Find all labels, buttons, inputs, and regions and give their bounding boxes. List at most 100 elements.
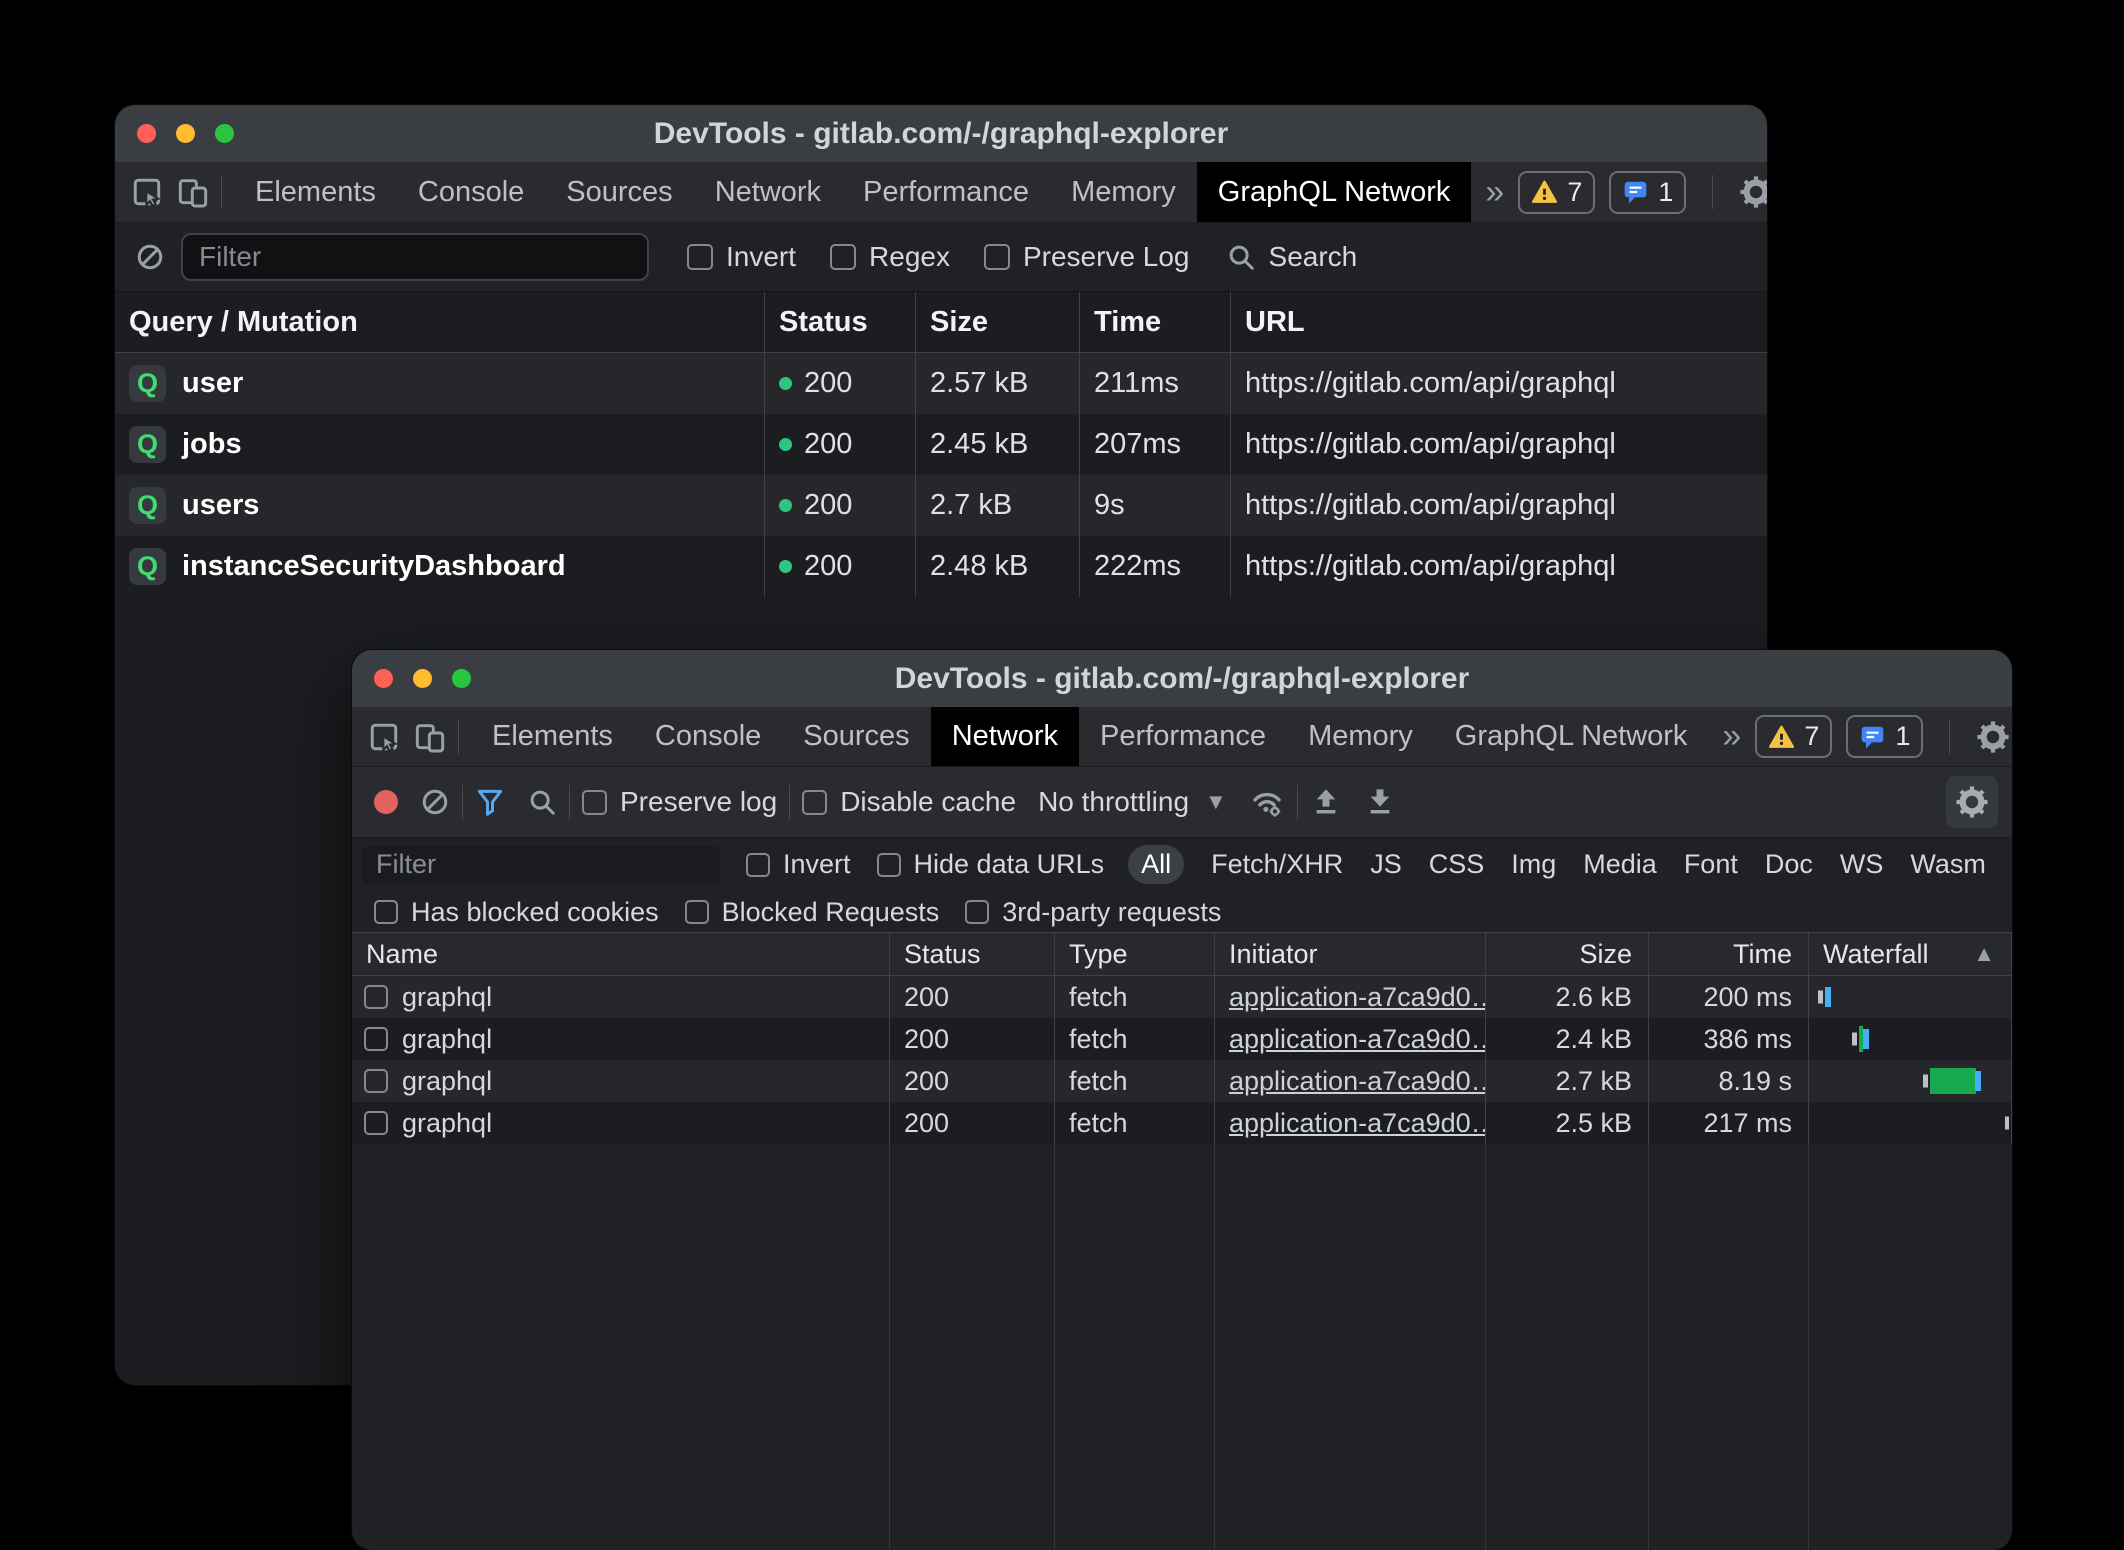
regex-checkbox-group[interactable]: Regex [830,241,950,273]
tab-memory[interactable]: Memory [1287,707,1434,766]
issues-badge[interactable]: 1 [1609,171,1686,214]
regex-checkbox[interactable] [830,244,856,270]
table-row[interactable]: Qusers 200 2.7 kB 9s https://gitlab.com/… [115,475,1767,536]
tab-sources[interactable]: Sources [782,707,930,766]
tab-elements[interactable]: Elements [234,162,397,222]
settings-gear-icon[interactable] [1739,175,1767,209]
tab-sources[interactable]: Sources [545,162,693,222]
third-party-requests-checkbox[interactable] [965,900,989,924]
export-har-icon[interactable] [1364,786,1396,818]
col-type[interactable]: Type [1055,933,1215,975]
throttling-select[interactable]: No throttling ▼ [1038,786,1227,818]
chip-wasm[interactable]: Wasm [1910,849,1986,880]
tab-network[interactable]: Network [931,707,1079,766]
col-query-mutation[interactable]: Query / Mutation [115,292,765,352]
row-checkbox[interactable] [364,985,388,1009]
chip-fetch-xhr[interactable]: Fetch/XHR [1211,849,1343,880]
col-size[interactable]: Size [1486,933,1649,975]
inspect-element-icon[interactable] [131,176,163,208]
clear-icon[interactable] [420,787,450,817]
col-time[interactable]: Time [1649,933,1809,975]
chip-media[interactable]: Media [1583,849,1657,880]
table-row[interactable]: Quser 200 2.57 kB 211ms https://gitlab.c… [115,353,1767,414]
col-name[interactable]: Name [352,933,890,975]
block-icon[interactable] [135,242,165,272]
request-row[interactable]: graphql 200 fetch application-a7ca9d0… 2… [352,1060,2012,1102]
tab-network[interactable]: Network [694,162,842,222]
col-status[interactable]: Status [890,933,1055,975]
tab-performance[interactable]: Performance [842,162,1050,222]
record-button[interactable] [374,790,398,814]
invert-checkbox[interactable] [687,244,713,270]
third-party-requests-checkbox-group[interactable]: 3rd-party requests [965,897,1221,928]
col-initiator[interactable]: Initiator [1215,933,1486,975]
tab-graphql-network[interactable]: GraphQL Network [1434,707,1709,766]
disable-cache-checkbox-group[interactable]: Disable cache [802,786,1016,818]
initiator-link[interactable]: application-a7ca9d0… [1229,1024,1486,1055]
preserve-log-checkbox-group[interactable]: Preserve log [582,786,777,818]
search-icon[interactable] [527,787,557,817]
search-button[interactable]: Search [1226,241,1358,273]
row-checkbox[interactable] [364,1111,388,1135]
chip-css[interactable]: CSS [1429,849,1485,880]
invert-checkbox[interactable] [746,853,770,877]
col-url[interactable]: URL [1231,292,1767,352]
table-row[interactable]: Qjobs 200 2.45 kB 207ms https://gitlab.c… [115,414,1767,475]
request-row[interactable]: graphql 200 fetch application-a7ca9d0… 2… [352,1102,2012,1144]
import-har-icon[interactable] [1310,786,1342,818]
chip-font[interactable]: Font [1684,849,1738,880]
tab-console[interactable]: Console [634,707,782,766]
col-time[interactable]: Time [1080,292,1231,352]
tab-console[interactable]: Console [397,162,545,222]
third-party-requests-label: 3rd-party requests [1002,897,1221,928]
preserve-log-checkbox[interactable] [582,790,607,815]
preserve-log-checkbox-group[interactable]: Preserve Log [984,241,1190,273]
has-blocked-cookies-checkbox-group[interactable]: Has blocked cookies [374,897,659,928]
initiator-link[interactable]: application-a7ca9d0… [1229,982,1486,1013]
chip-all[interactable]: All [1128,845,1184,884]
tab-elements[interactable]: Elements [471,707,634,766]
row-checkbox[interactable] [364,1069,388,1093]
network-filter-input[interactable] [362,846,720,884]
row-checkbox[interactable] [364,1027,388,1051]
warnings-badge[interactable]: 7 [1518,171,1595,214]
chip-ws[interactable]: WS [1840,849,1884,880]
filter-input[interactable] [181,233,649,281]
col-waterfall[interactable]: Waterfall ▲ [1809,933,2012,975]
hide-data-urls-checkbox[interactable] [877,853,901,877]
tab-memory[interactable]: Memory [1050,162,1197,222]
title-bar[interactable]: DevTools - gitlab.com/-/graphql-explorer [115,105,1767,162]
chip-img[interactable]: Img [1511,849,1556,880]
warnings-badge[interactable]: 7 [1755,715,1832,758]
disable-cache-checkbox[interactable] [802,790,827,815]
device-toolbar-icon[interactable] [414,721,446,753]
chip-doc[interactable]: Doc [1765,849,1813,880]
request-row[interactable]: graphql 200 fetch application-a7ca9d0… 2… [352,976,2012,1018]
has-blocked-cookies-checkbox[interactable] [374,900,398,924]
more-tabs-icon[interactable]: » [1708,707,1755,766]
chip-js[interactable]: JS [1370,849,1402,880]
settings-gear-icon[interactable] [1976,720,2010,754]
col-size[interactable]: Size [916,292,1080,352]
blocked-requests-checkbox[interactable] [685,900,709,924]
invert-checkbox-group[interactable]: Invert [687,241,796,273]
invert-checkbox-group[interactable]: Invert [746,849,851,880]
col-status[interactable]: Status [765,292,916,352]
device-toolbar-icon[interactable] [177,176,209,208]
network-settings-button[interactable] [1946,776,1998,828]
hide-data-urls-checkbox-group[interactable]: Hide data URLs [877,849,1105,880]
initiator-link[interactable]: application-a7ca9d0… [1229,1108,1486,1139]
tab-graphql-network[interactable]: GraphQL Network [1197,162,1472,222]
table-row[interactable]: QinstanceSecurityDashboard 200 2.48 kB 2… [115,536,1767,597]
filter-funnel-icon[interactable] [475,787,505,817]
network-conditions-icon[interactable] [1249,785,1285,819]
title-bar[interactable]: DevTools - gitlab.com/-/graphql-explorer [352,650,2012,707]
request-row[interactable]: graphql 200 fetch application-a7ca9d0… 2… [352,1018,2012,1060]
tab-performance[interactable]: Performance [1079,707,1287,766]
issues-badge[interactable]: 1 [1846,715,1923,758]
more-tabs-icon[interactable]: » [1471,162,1518,222]
initiator-link[interactable]: application-a7ca9d0… [1229,1066,1486,1097]
blocked-requests-checkbox-group[interactable]: Blocked Requests [685,897,940,928]
inspect-element-icon[interactable] [368,721,400,753]
preserve-log-checkbox[interactable] [984,244,1010,270]
